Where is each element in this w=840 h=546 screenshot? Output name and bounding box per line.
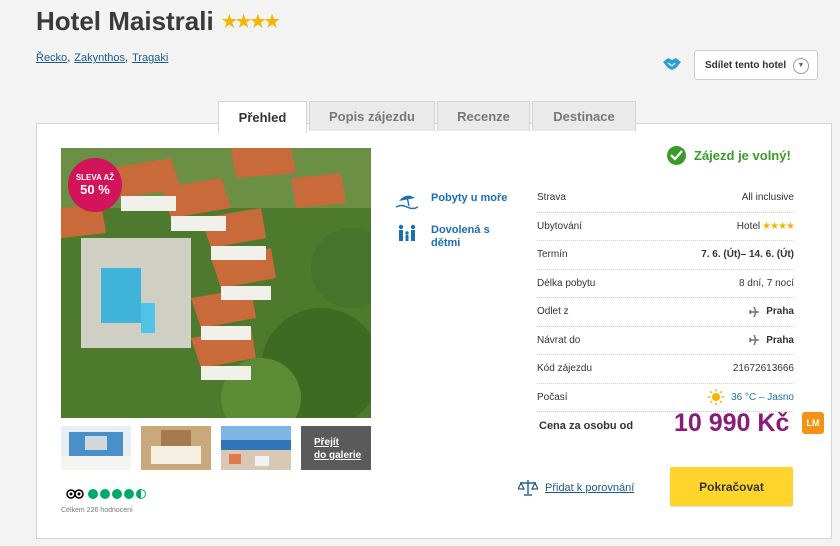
rating-bubble — [124, 489, 134, 499]
detail-row-term: Termín 7. 6. (Út)– 14. 6. (Út) — [537, 241, 794, 270]
tab-overview[interactable]: Přehled — [218, 101, 307, 133]
detail-label: Kód zájezdu — [537, 363, 593, 375]
feature-family-label: Dovolená s dětmi — [431, 224, 490, 249]
breadcrumb-country[interactable]: Řecko — [36, 52, 67, 64]
go-to-gallery-button[interactable]: Přejít do galerie — [301, 426, 371, 470]
price-value: 10 990 Kč — [674, 409, 790, 437]
hotel-stars: ★★★★ — [221, 11, 280, 31]
feature-beach[interactable]: Pobyty u moře — [396, 192, 507, 210]
last-minute-badge: LM — [802, 412, 824, 434]
sun-icon — [708, 389, 725, 406]
detail-row-return: Návrat do Praha — [537, 327, 794, 355]
tripadvisor-rating[interactable] — [66, 488, 148, 500]
rating-bubble — [100, 489, 110, 499]
add-to-compare-link[interactable]: Přidat k porovnání — [518, 479, 634, 496]
gallery-thumb[interactable] — [141, 426, 211, 470]
hotel-title: Hotel Maistrali ★★★★ — [36, 6, 280, 37]
feature-family[interactable]: Dovolená s dětmi — [396, 224, 506, 250]
accommodation-type: Hotel — [736, 220, 761, 232]
detail-value: Hotel ★★★★ — [736, 220, 795, 232]
compare-label: Přidat k porovnání — [545, 481, 635, 494]
detail-row-board: Strava All inclusive — [537, 184, 794, 213]
plane-icon — [749, 306, 760, 318]
detail-value: Praha — [748, 334, 794, 346]
scale-icon — [518, 480, 538, 496]
tab-reviews[interactable]: Recenze — [437, 101, 530, 131]
gallery-line2: do galerie — [314, 450, 362, 461]
rating-bubble — [88, 489, 98, 499]
detail-row-weather: Počasí 36 °C – Jasno — [537, 384, 794, 412]
rating-bubble-half — [136, 489, 146, 499]
detail-value: Praha — [748, 306, 794, 318]
availability-status: Zájezd je volný! — [667, 146, 791, 165]
rating-bubble — [112, 489, 122, 499]
detail-value: All inclusive — [741, 192, 794, 204]
detail-row-departure: Odlet z Praha — [537, 298, 794, 327]
discount-line2: 50 % — [80, 182, 110, 197]
tab-bar: Přehled Popis zájezdu Recenze Destinace — [218, 101, 638, 133]
tour-details: Strava All inclusive Ubytování Hotel ★★★★… — [537, 184, 795, 412]
detail-value: 8 dní, 7 nocí — [738, 277, 794, 289]
share-hotel-button[interactable]: Sdílet tento hotel ▼ — [694, 50, 818, 80]
detail-value: 7. 6. (Út)– 14. 6. (Út) — [701, 249, 794, 261]
discount-badge: SLEVA AŽ 50 % — [68, 158, 122, 212]
discount-line1: SLEVA AŽ — [75, 173, 115, 182]
family-icon — [398, 224, 416, 241]
detail-row-length: Délka pobytu 8 dní, 7 nocí — [537, 270, 794, 298]
plane-icon — [749, 334, 760, 346]
availability-text: Zájezd je volný! — [694, 148, 791, 163]
detail-row-accommodation: Ubytování Hotel ★★★★ — [537, 213, 795, 241]
weather-value: 36 °C – Jasno — [731, 391, 794, 403]
detail-label: Termín — [537, 249, 568, 261]
continue-button[interactable]: Pokračovat — [670, 467, 793, 506]
check-icon — [667, 146, 686, 165]
breadcrumb: Řecko, Zakynthos, Tragaki — [36, 52, 169, 64]
detail-label: Ubytování — [537, 220, 583, 232]
price-label: Cena za osobu od — [539, 420, 634, 432]
detail-label: Počasí — [537, 391, 568, 403]
detail-label: Strava — [537, 192, 566, 204]
detail-label: Návrat do — [537, 334, 581, 346]
breadcrumb-locality[interactable]: Tragaki — [132, 52, 168, 64]
tripadvisor-owl-icon — [66, 489, 84, 499]
chevron-down-icon: ▼ — [793, 58, 809, 74]
handshake-icon[interactable] — [662, 56, 682, 72]
detail-label: Odlet z — [537, 306, 569, 318]
feature-beach-label: Pobyty u moře — [431, 192, 508, 204]
tab-description[interactable]: Popis zájezdu — [309, 101, 435, 131]
gallery-line1: Přejít — [314, 437, 340, 448]
detail-value: 21672613666 — [732, 363, 794, 375]
accommodation-stars: ★★★★ — [762, 220, 795, 232]
gallery-thumb[interactable] — [61, 426, 131, 470]
beach-icon — [396, 195, 418, 210]
departure-city: Praha — [766, 306, 794, 318]
detail-label: Délka pobytu — [537, 277, 596, 289]
gallery-thumb[interactable] — [221, 426, 291, 470]
rating-count: Celkem 226 hodnocení — [61, 507, 133, 514]
tab-destination[interactable]: Destinace — [532, 101, 636, 131]
breadcrumb-island[interactable]: Zakynthos — [74, 52, 125, 64]
detail-value: 36 °C – Jasno — [708, 389, 794, 406]
detail-row-code: Kód zájezdu 21672613666 — [537, 355, 794, 384]
hotel-name: Hotel Maistrali — [36, 6, 214, 36]
share-label: Sdílet tento hotel — [705, 59, 787, 71]
return-city: Praha — [766, 334, 794, 346]
